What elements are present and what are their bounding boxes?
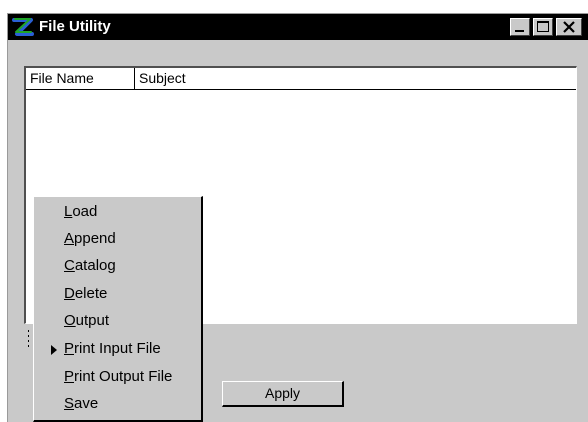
close-icon	[563, 21, 575, 33]
minimize-icon	[515, 30, 524, 32]
column-header-file-name[interactable]: File Name	[30, 68, 135, 89]
menu-item-mnemonic: S	[64, 395, 75, 412]
menu-item-output[interactable]: Output	[64, 308, 109, 334]
maximize-icon	[537, 21, 549, 32]
menu-item-label: utput	[75, 312, 110, 329]
menu-item-append[interactable]: Append	[64, 226, 116, 252]
menu-item-delete[interactable]: Delete	[64, 281, 107, 307]
menu-item-mnemonic: A	[64, 230, 75, 247]
menu-item-save[interactable]: Save	[64, 391, 98, 417]
menu-item-mnemonic: P	[64, 368, 75, 385]
menu-item-mnemonic: C	[64, 257, 75, 274]
menu-item-load[interactable]: Load	[64, 199, 97, 225]
menu-item-label: rint Input File	[74, 340, 161, 357]
close-button[interactable]	[556, 18, 582, 36]
menu-item-label: oad	[72, 203, 98, 220]
minimize-button[interactable]	[510, 18, 530, 36]
menu-item-print-input-file[interactable]: Print Input File	[51, 336, 161, 362]
menu-item-mnemonic: O	[64, 312, 76, 329]
menu-item-label: atalog	[74, 257, 116, 274]
window-title: File Utility	[39, 18, 111, 35]
column-header-subject[interactable]: Subject	[139, 68, 186, 88]
menu-item-print-output-file[interactable]: Print Output File	[64, 364, 172, 390]
title-bar[interactable]: File Utility	[8, 14, 588, 40]
menu-item-mnemonic: D	[64, 285, 75, 302]
menu-item-label: ave	[74, 395, 99, 412]
file-options-menu: Load Append Catalog Delete Output Print …	[33, 196, 203, 422]
menu-item-mnemonic: P	[64, 340, 75, 357]
menu-item-label: elete	[74, 285, 108, 302]
apply-button[interactable]: Apply	[222, 381, 344, 407]
app-logo-icon	[11, 17, 35, 37]
menu-item-label: rint Output File	[74, 368, 173, 385]
menu-item-label: ppend	[74, 230, 116, 247]
submenu-arrow-icon	[51, 345, 57, 355]
maximize-button[interactable]	[533, 18, 553, 36]
menu-anchor-marker	[27, 330, 30, 350]
list-header: File Name Subject	[26, 68, 576, 90]
menu-item-catalog[interactable]: Catalog	[64, 253, 116, 279]
